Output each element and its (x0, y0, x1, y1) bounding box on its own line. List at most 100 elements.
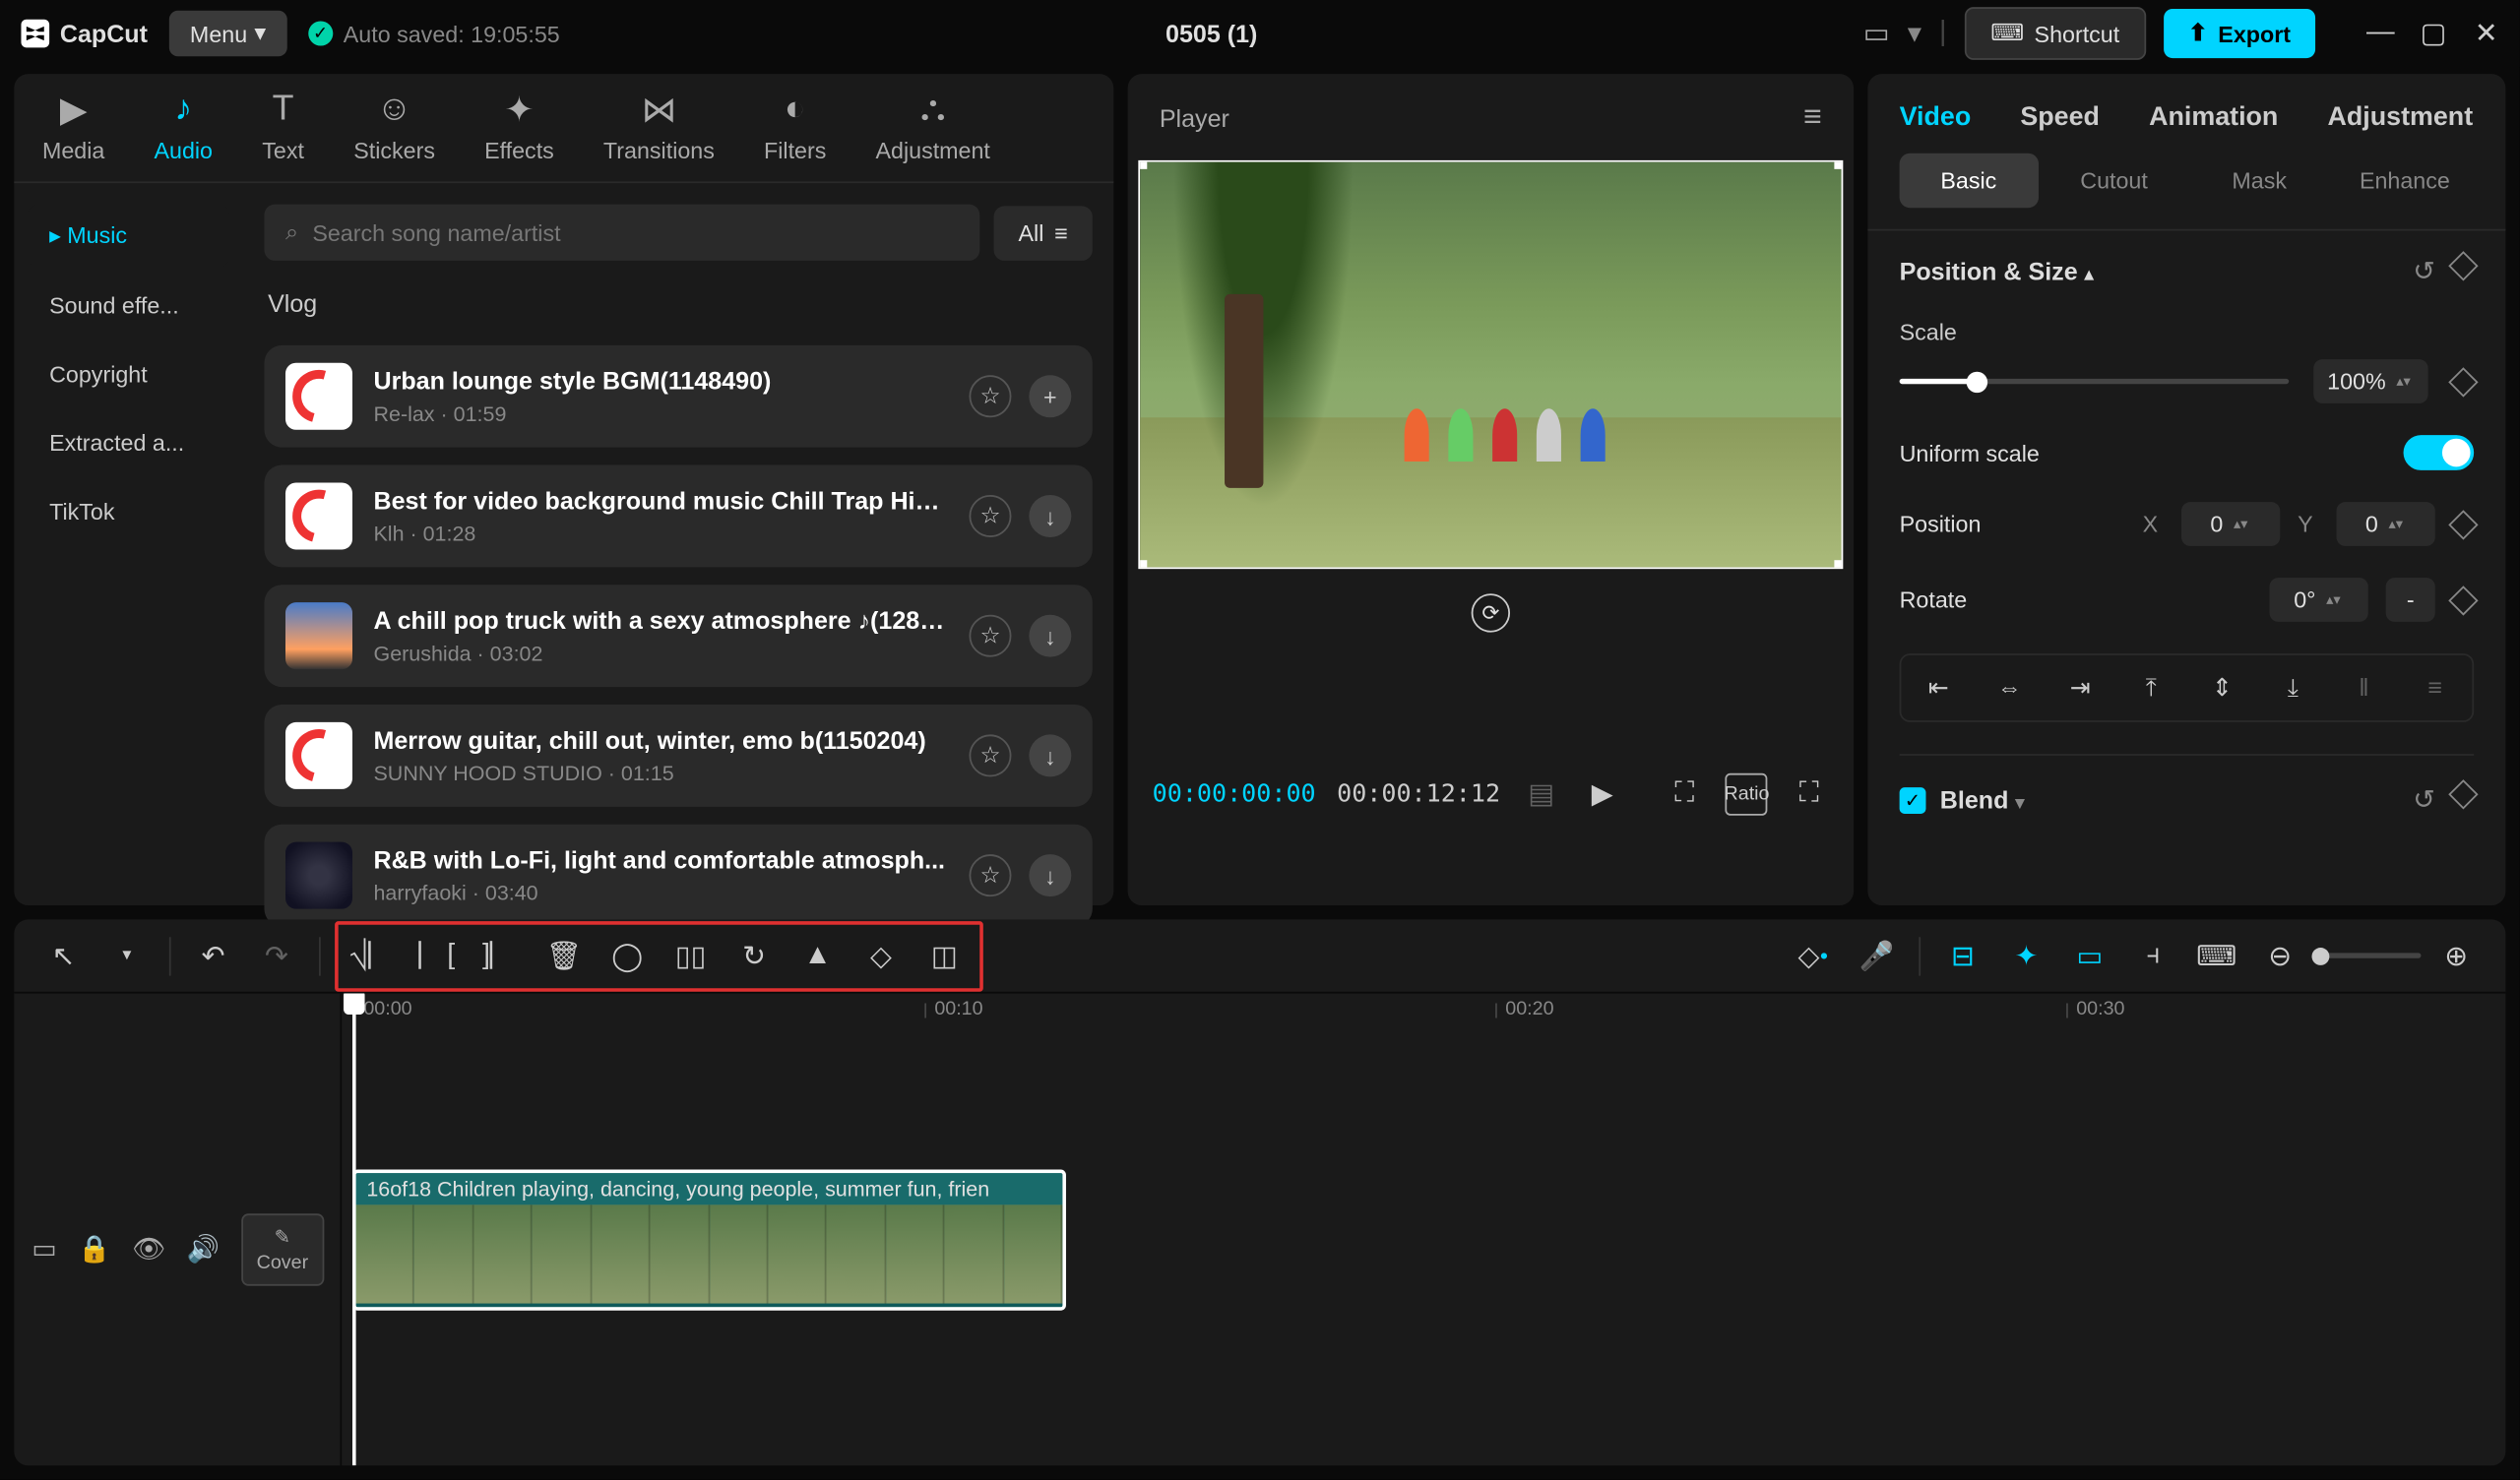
sidebar-item-copyright[interactable]: Copyright (29, 343, 229, 405)
zoom-in-icon[interactable]: ⊕ (2428, 927, 2485, 983)
track-row[interactable]: Merrow guitar, chill out, winter, emo b(… (265, 705, 1093, 807)
tab-filters[interactable]: ◐Filters (764, 89, 826, 182)
mirror-icon[interactable]: ▲ (789, 927, 846, 983)
link-icon[interactable]: ⊟ (1934, 927, 1990, 983)
subtab-cutout[interactable]: Cutout (2045, 154, 2183, 208)
rotate-input[interactable]: 0°▴▾ (2270, 578, 2368, 622)
tab-speed[interactable]: Speed (2020, 102, 2100, 132)
minimize-icon[interactable]: — (2368, 21, 2393, 45)
distribute-v-icon[interactable]: ≡ (2405, 662, 2465, 713)
shield-icon[interactable]: ◯ (599, 927, 656, 983)
favorite-icon[interactable]: ☆ (970, 495, 1012, 537)
mute-icon[interactable]: 🔊 (187, 1233, 220, 1264)
collapse-icon[interactable]: ▭ (32, 1233, 56, 1264)
mic-icon[interactable]: 🎤 (1849, 927, 1905, 983)
menu-icon[interactable]: ≡ (1803, 98, 1822, 136)
download-icon[interactable]: ↓ (1029, 615, 1071, 657)
preview-icon[interactable]: ▭ (2061, 927, 2117, 983)
subtab-basic[interactable]: Basic (1900, 154, 2039, 208)
tab-stickers[interactable]: ☺Stickers (353, 89, 435, 182)
tab-media[interactable]: ▶Media (42, 89, 104, 182)
delete-icon[interactable]: 🗑 (536, 927, 592, 983)
resize-handle-icon[interactable] (1834, 160, 1843, 169)
sidebar-item-tiktok[interactable]: TikTok (29, 481, 229, 543)
blend-checkbox[interactable]: ✓ (1900, 786, 1926, 813)
sidebar-item-extracted[interactable]: Extracted a... (29, 412, 229, 474)
video-preview[interactable] (1138, 160, 1843, 569)
track-row[interactable]: Urban lounge style BGM(1148490)Re-lax · … (265, 345, 1093, 448)
scale-value-input[interactable]: 100%▴▾ (2313, 359, 2428, 403)
track-row[interactable]: Best for video background music Chill Tr… (265, 465, 1093, 568)
tab-text[interactable]: TText (262, 89, 304, 182)
rotate-direction[interactable]: - (2386, 578, 2435, 622)
download-icon[interactable]: ↓ (1029, 854, 1071, 896)
resize-handle-icon[interactable] (1834, 560, 1843, 569)
fullscreen-icon[interactable]: ⛶ (1789, 773, 1829, 816)
zoom-slider[interactable] (2315, 953, 2421, 957)
subtab-enhance[interactable]: Enhance (2336, 154, 2475, 208)
timeline-ruler[interactable]: 00:00 00:10 00:20 00:30 (342, 994, 2505, 1032)
sidebar-item-music[interactable]: ▸ Music (29, 205, 229, 268)
select-tool-icon[interactable]: ↖ (35, 927, 92, 983)
tab-animation[interactable]: Animation (2149, 102, 2278, 132)
track-row[interactable]: A chill pop truck with a sexy atmosphere… (265, 585, 1093, 687)
crop-icon[interactable]: ◫ (916, 927, 973, 983)
menu-button[interactable]: Menu ▾ (168, 11, 286, 57)
download-icon[interactable]: ↓ (1029, 734, 1071, 776)
copy-icon[interactable]: ▯▯ (662, 927, 719, 983)
keyframe-icon[interactable] (2448, 509, 2478, 538)
tab-transitions[interactable]: ⋈Transitions (603, 89, 715, 182)
cover-button[interactable]: ✎ Cover (241, 1212, 325, 1284)
keyframe-icon[interactable] (2448, 251, 2478, 280)
sync-icon[interactable]: ⟳ (1472, 593, 1510, 632)
eye-icon[interactable]: 👁 (132, 1233, 165, 1264)
favorite-icon[interactable]: ☆ (970, 615, 1012, 657)
sidebar-item-sound-effects[interactable]: Sound effe... (29, 275, 229, 337)
video-clip[interactable]: 16of18 Children playing, dancing, young … (352, 1170, 1066, 1311)
align-left-icon[interactable]: ⇤ (1909, 662, 1969, 713)
maximize-icon[interactable]: ▢ (2421, 21, 2445, 45)
position-x-input[interactable]: 0▴▾ (2181, 502, 2280, 546)
align-center-v-icon[interactable]: ⇕ (2192, 662, 2252, 713)
tab-video[interactable]: Video (1900, 102, 1972, 132)
tab-adjustment[interactable]: ⛬Adjustment (875, 89, 989, 182)
search-input[interactable]: ⌕ Search song name/artist (265, 205, 980, 261)
zoom-out-icon[interactable]: ⊖ (2252, 927, 2308, 983)
track-row[interactable]: R&B with Lo-Fi, light and comfortable at… (265, 825, 1093, 927)
focus-icon[interactable]: ⛶ (1665, 773, 1705, 816)
trim-right-icon[interactable]: ]⎸ (472, 927, 529, 983)
chevron-down-icon[interactable]: ▾ (98, 927, 155, 983)
close-icon[interactable]: ✕ (2474, 21, 2498, 45)
tab-adjustment[interactable]: Adjustment (2327, 102, 2473, 132)
shortcut-button[interactable]: ⌨ Shortcut (1964, 7, 2146, 60)
favorite-icon[interactable]: ☆ (970, 734, 1012, 776)
timeline-tracks[interactable]: 00:00 00:10 00:20 00:30 16of18 Children … (342, 994, 2505, 1466)
reset-icon[interactable]: ↺ (2413, 784, 2435, 816)
export-button[interactable]: ⬆ Export (2164, 9, 2315, 58)
favorite-icon[interactable]: ☆ (970, 854, 1012, 896)
keyboard-icon[interactable]: ⌨ (2188, 927, 2244, 983)
keyframe-icon[interactable] (2448, 366, 2478, 396)
scale-slider[interactable] (1900, 379, 2289, 384)
filter-all-button[interactable]: All ≡ (993, 206, 1092, 260)
reset-icon[interactable]: ↺ (2413, 256, 2435, 287)
ratio-button[interactable]: Ratio (1726, 773, 1768, 816)
align-bottom-icon[interactable]: ⤓ (2263, 662, 2323, 713)
align-center-h-icon[interactable]: ⇔ (1980, 662, 2040, 713)
magnet-icon[interactable]: ◇● (1785, 927, 1841, 983)
align-right-icon[interactable]: ⇥ (2050, 662, 2110, 713)
lock-icon[interactable]: 🔒 (78, 1233, 110, 1264)
redo-icon[interactable]: ↷ (248, 927, 304, 983)
keyframe-icon[interactable] (2448, 585, 2478, 614)
tab-audio[interactable]: ♪Audio (154, 89, 213, 182)
reverse-icon[interactable]: ↻ (725, 927, 782, 983)
distribute-h-icon[interactable]: ‖ (2334, 662, 2394, 713)
trim-left-icon[interactable]: ⎸[ (409, 927, 465, 983)
resize-handle-icon[interactable] (1138, 560, 1147, 569)
undo-icon[interactable]: ↶ (185, 927, 241, 983)
favorite-icon[interactable]: ☆ (970, 375, 1012, 417)
chevron-down-icon[interactable]: ▾ (1908, 16, 1922, 51)
align-top-icon[interactable]: ⤒ (2121, 662, 2181, 713)
layout-icon[interactable]: ▭ (1863, 16, 1890, 51)
adjust-icon[interactable]: ⫞ (2125, 927, 2181, 983)
